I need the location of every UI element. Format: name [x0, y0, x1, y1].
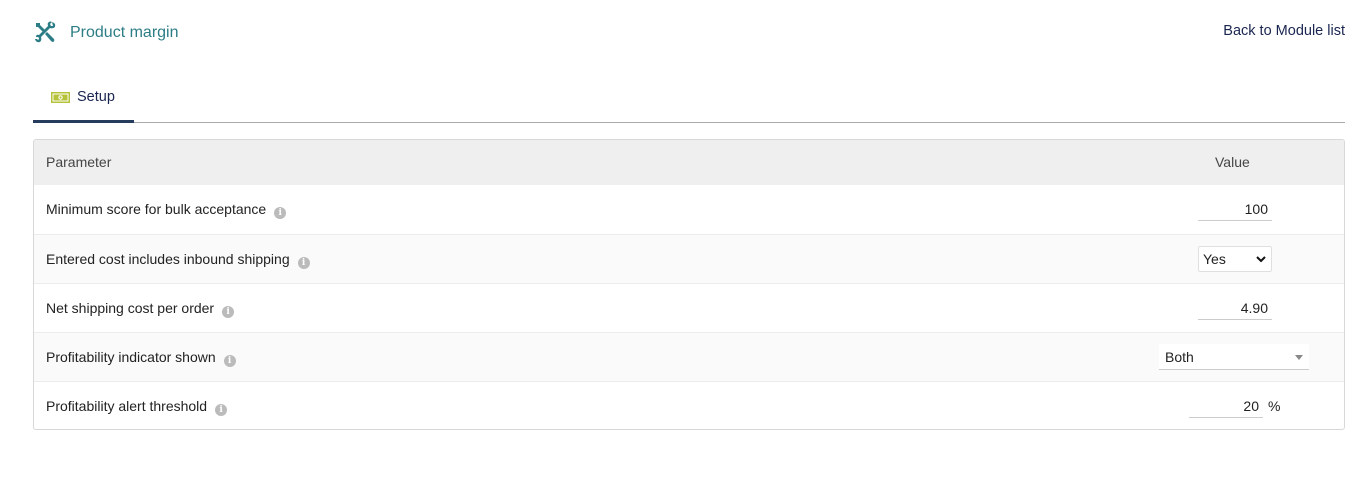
parameter-label: Net shipping cost per order i [46, 300, 235, 318]
back-to-module-list-link[interactable]: Back to Module list [1223, 23, 1345, 39]
wrench-screwdriver-icon [35, 21, 56, 43]
column-header-parameter: Parameter [46, 154, 112, 170]
column-header-value: Value [1215, 154, 1250, 170]
net-shipping-cost-input[interactable] [1198, 296, 1272, 320]
table-row: Profitability indicator shown i Both [34, 332, 1344, 381]
page-title: Product margin [70, 24, 179, 41]
minimum-score-input[interactable] [1198, 197, 1272, 221]
table-row: Profitability alert thresholdi % [34, 381, 1344, 429]
combobox-value: Both [1165, 349, 1194, 365]
info-icon[interactable]: i [297, 257, 310, 269]
caret-down-icon [1295, 355, 1303, 360]
chevron-down-icon [1256, 256, 1266, 263]
percent-unit: % [1268, 398, 1281, 414]
table-header: Parameter Value [34, 140, 1344, 185]
parameter-label: Minimum score for bulk acceptance i [46, 201, 287, 219]
table-row: Entered cost includes inbound shipping i … [34, 234, 1344, 283]
parameter-label: Profitability indicator shown i [46, 349, 236, 367]
banknote-icon [51, 92, 70, 103]
tab-setup[interactable]: Setup [33, 78, 134, 123]
select-value: Yes [1203, 251, 1226, 267]
table-row: Minimum score for bulk acceptance i [34, 185, 1344, 234]
info-icon[interactable]: i [274, 207, 287, 219]
info-icon[interactable]: i [215, 404, 228, 416]
profitability-indicator-combobox[interactable]: Both [1159, 344, 1309, 370]
tab-bar: Setup [33, 78, 1345, 123]
parameter-label: Entered cost includes inbound shipping i [46, 251, 310, 269]
table-row: Net shipping cost per order i [34, 283, 1344, 332]
info-icon[interactable]: i [223, 355, 236, 367]
parameters-table: Parameter Value Minimum score for bulk a… [33, 139, 1345, 430]
tab-label: Setup [77, 89, 115, 105]
info-icon[interactable]: i [222, 306, 235, 318]
alert-threshold-input[interactable] [1189, 394, 1263, 418]
parameter-label: Profitability alert threshold i [46, 398, 228, 416]
page-header: Product margin Back to Module list [33, 18, 1345, 48]
inbound-shipping-select[interactable]: Yes [1198, 246, 1272, 272]
